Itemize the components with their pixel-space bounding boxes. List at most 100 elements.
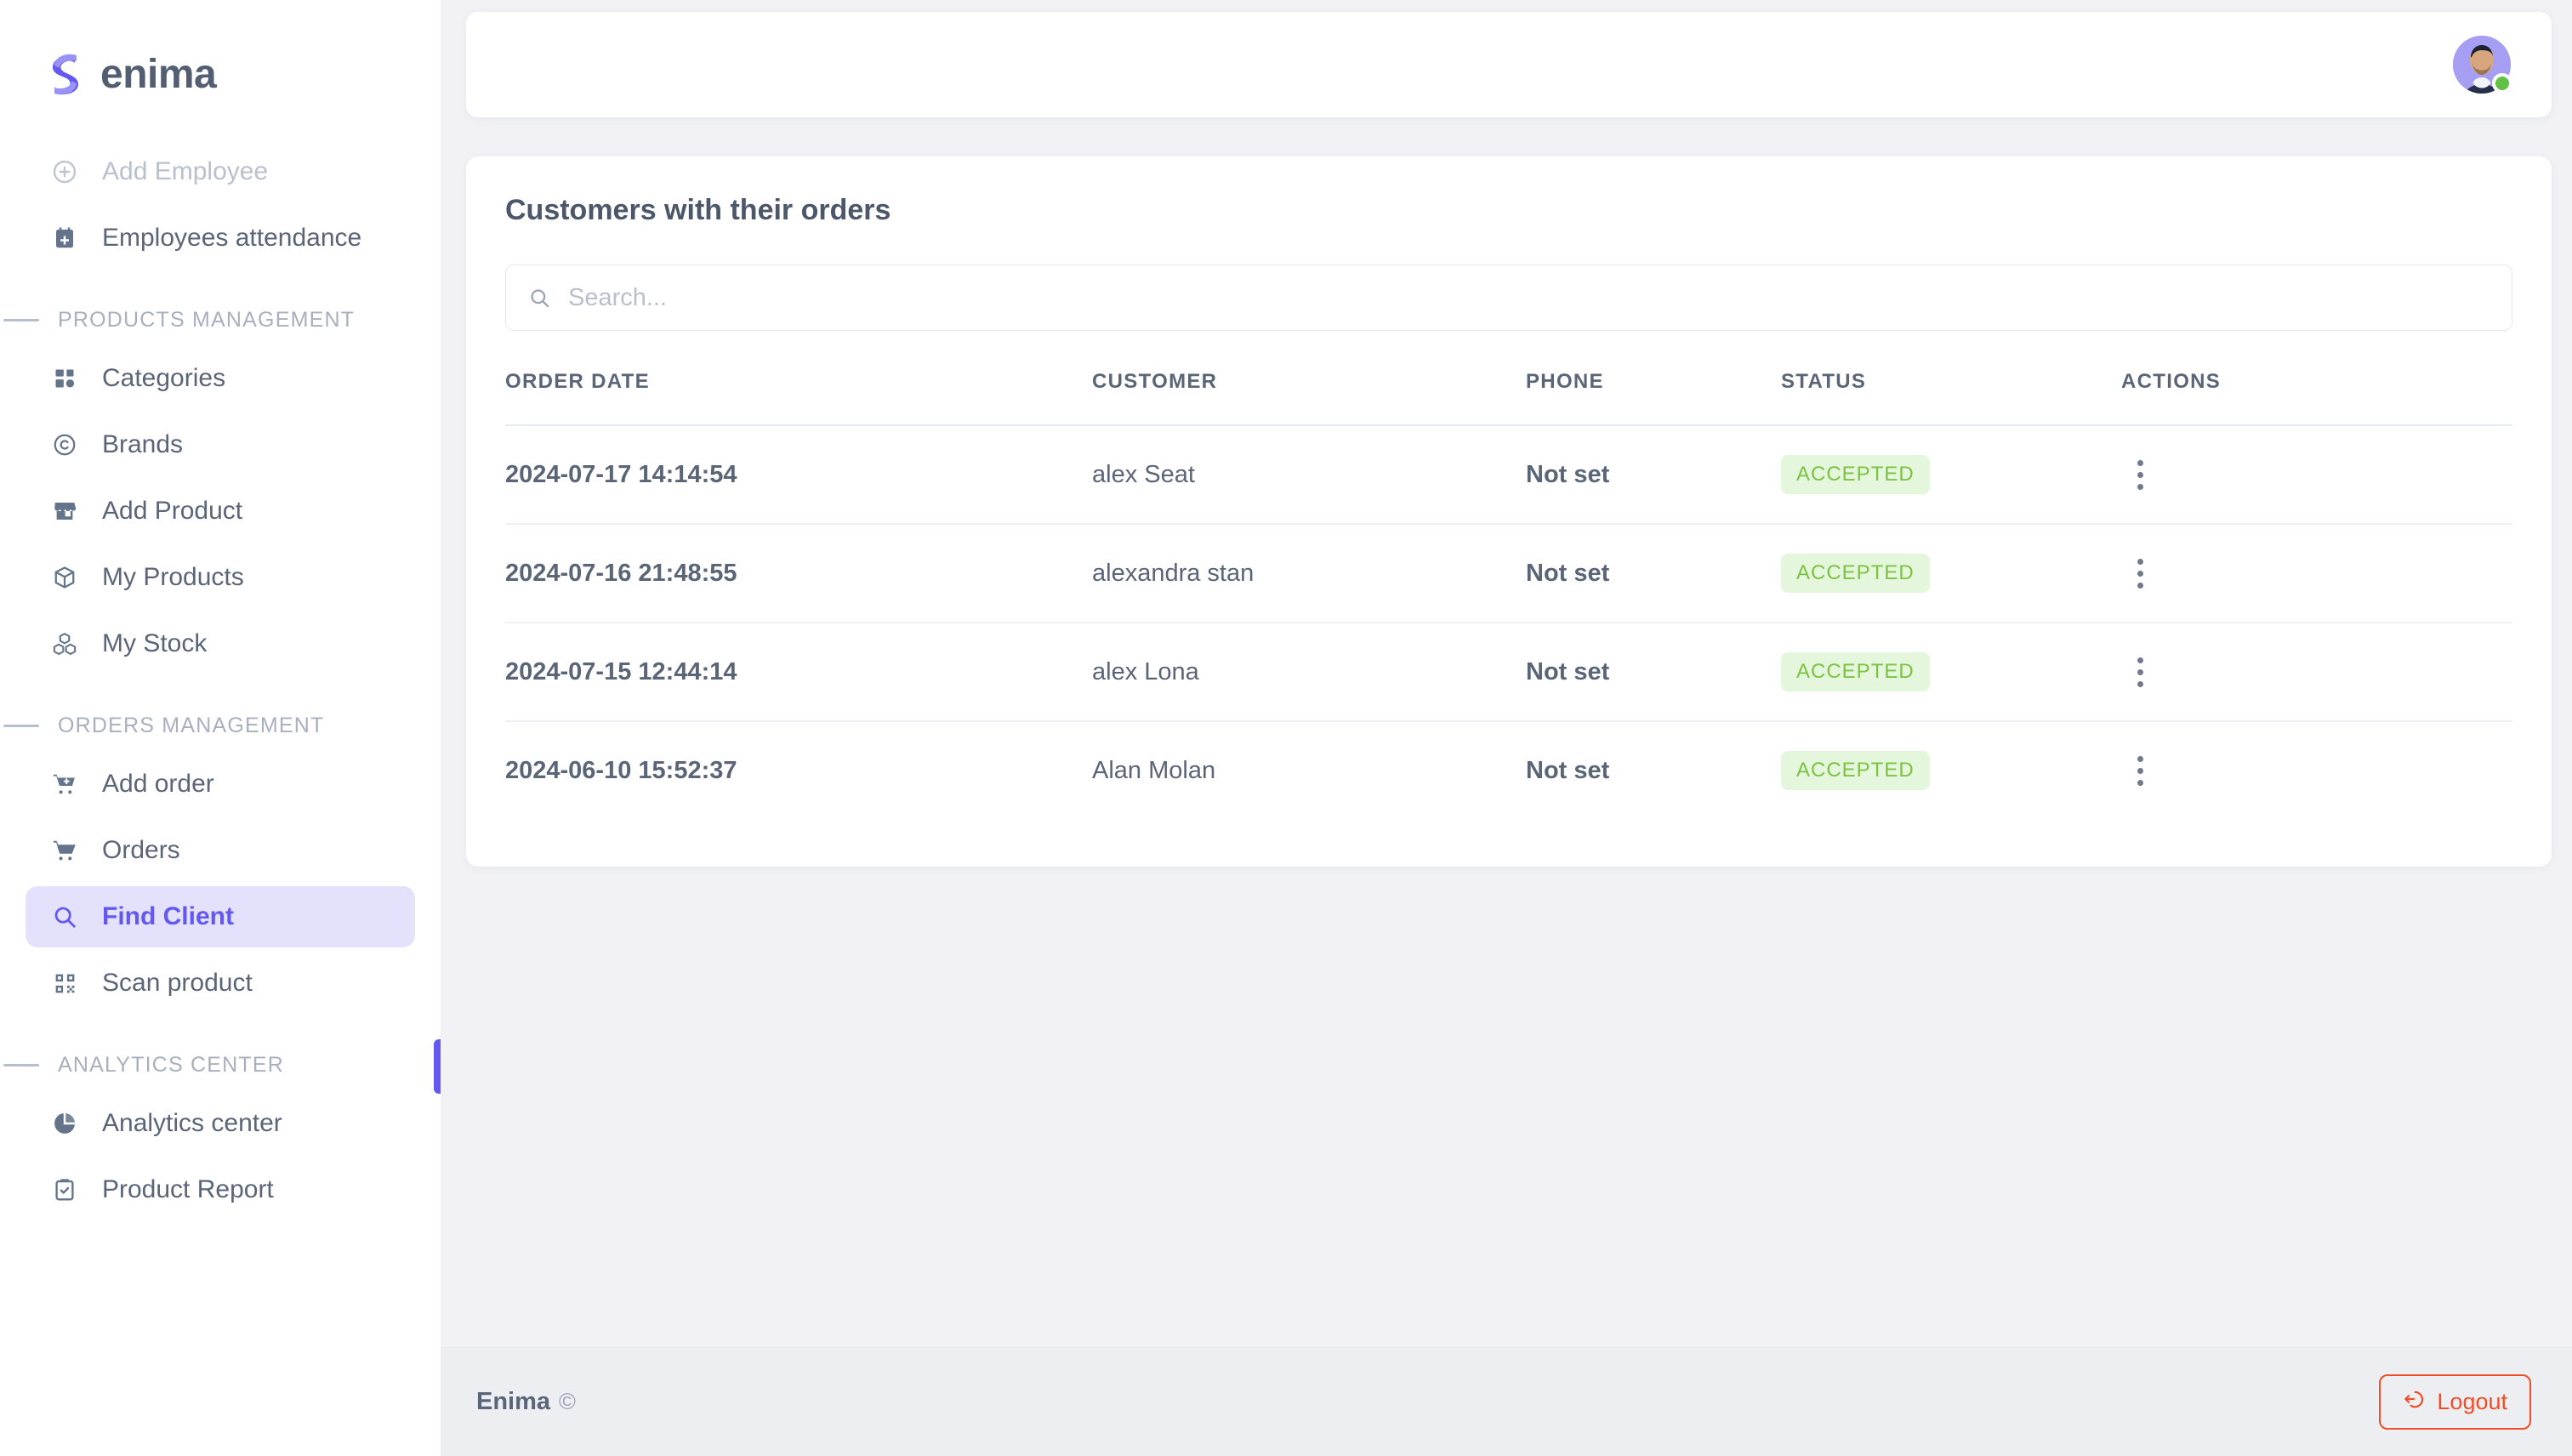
status-badge: ACCEPTED (1781, 652, 1930, 691)
cart-icon (49, 835, 80, 866)
active-item-accent-bar (434, 1039, 441, 1094)
stack-boxes-icon (49, 628, 80, 659)
sidebar-item-label: Categories (102, 364, 226, 392)
calendar-plus-icon (49, 223, 80, 253)
logout-label: Logout (2437, 1389, 2507, 1414)
orders-table: ORDER DATE CUSTOMER PHONE STATUS ACTIONS… (505, 370, 2512, 819)
customers-orders-card: Customers with their orders ORDER DATE C… (466, 156, 2552, 867)
sidebar-item-label: Orders (102, 836, 180, 864)
footer: Enima © Logout (441, 1347, 2572, 1456)
cell-phone: Not set (1526, 756, 1610, 784)
page-title: Customers with their orders (505, 194, 891, 226)
table-row[interactable]: 2024-06-10 15:52:37 Alan Molan Not set A… (505, 721, 2512, 819)
cell-order-date: 2024-07-15 12:44:14 (505, 657, 737, 685)
cell-order-date: 2024-07-16 21:48:55 (505, 559, 737, 587)
qr-code-icon (49, 968, 80, 998)
sidebar-item-scan-product[interactable]: Scan product (26, 953, 415, 1014)
sidebar-nav: Add Employee Employees attendance PRODUC… (0, 111, 441, 1220)
column-header-actions: ACTIONS (2121, 370, 2222, 393)
brand: enima (0, 37, 441, 111)
status-badge: ACCEPTED (1781, 751, 1930, 790)
section-title: ANALYTICS CENTER (58, 1053, 285, 1077)
table-header-row: ORDER DATE CUSTOMER PHONE STATUS ACTIONS (505, 370, 2512, 425)
sidebar-item-add-employee[interactable]: Add Employee (26, 141, 415, 202)
kebab-menu-icon[interactable] (2121, 657, 2159, 687)
sidebar-item-product-report[interactable]: Product Report (26, 1159, 415, 1220)
cell-customer: alex Seat (1092, 460, 1195, 488)
sidebar-item-my-stock[interactable]: My Stock (26, 613, 415, 674)
section-divider (3, 319, 39, 321)
cell-actions (2121, 721, 2512, 819)
sidebar-item-brands[interactable]: Brands (26, 414, 415, 475)
box-icon (49, 562, 80, 593)
footer-brand-name: Enima (476, 1388, 551, 1415)
status-badge: ACCEPTED (1781, 554, 1930, 593)
sidebar-section-products-management: PRODUCTS MANAGEMENT (0, 308, 441, 333)
kebab-menu-icon[interactable] (2121, 459, 2159, 490)
search-input[interactable] (568, 283, 2489, 312)
search-icon (49, 901, 80, 932)
cell-status: ACCEPTED (1781, 623, 2121, 721)
logout-icon (2403, 1388, 2425, 1416)
sidebar-item-add-product[interactable]: Add Product (26, 481, 415, 542)
cell-actions (2121, 425, 2512, 524)
sidebar-item-label: Employees attendance (102, 224, 362, 252)
column-header-status[interactable]: STATUS (1781, 370, 2121, 425)
online-status-indicator (2492, 73, 2512, 94)
column-header-customer[interactable]: CUSTOMER (1092, 370, 1526, 425)
sidebar-item-label: My Stock (102, 629, 208, 657)
cell-status: ACCEPTED (1781, 721, 2121, 819)
search-bar[interactable] (505, 264, 2512, 331)
clipboard-check-icon (49, 1174, 80, 1205)
table-row[interactable]: 2024-07-16 21:48:55 alexandra stan Not s… (505, 524, 2512, 623)
cell-status: ACCEPTED (1781, 524, 2121, 623)
sidebar-item-employees-attendance[interactable]: Employees attendance (26, 208, 415, 269)
sidebar-item-add-order[interactable]: Add order (26, 754, 415, 815)
table-header: ORDER DATE CUSTOMER PHONE STATUS ACTIONS (505, 370, 2512, 425)
cell-phone: Not set (1526, 559, 1610, 587)
sidebar-item-label: Add Employee (102, 157, 269, 185)
column-header-order-date[interactable]: ORDER DATE (505, 370, 1092, 425)
section-title: ORDERS MANAGEMENT (58, 714, 325, 737)
sidebar-item-label: Scan product (102, 969, 253, 997)
cart-plus-icon (49, 769, 80, 799)
status-badge: ACCEPTED (1781, 455, 1930, 494)
sidebar-item-label: Add order (102, 770, 214, 798)
sidebar-item-categories[interactable]: Categories (26, 348, 415, 409)
sidebar-item-label: Product Report (102, 1175, 274, 1203)
main-area: Customers with their orders ORDER DATE C… (441, 0, 2572, 1456)
sidebar-item-find-client[interactable]: Find Client (26, 886, 415, 947)
table-row[interactable]: 2024-07-17 14:14:54 alex Seat Not set AC… (505, 425, 2512, 524)
cell-order-date: 2024-06-10 15:52:37 (505, 756, 737, 784)
cell-actions (2121, 623, 2512, 721)
column-header-phone[interactable]: PHONE (1526, 370, 1781, 425)
table-body: 2024-07-17 14:14:54 alex Seat Not set AC… (505, 425, 2512, 819)
plus-circle-icon (49, 156, 80, 187)
footer-brand: Enima © (476, 1388, 576, 1416)
sidebar-item-my-products[interactable]: My Products (26, 547, 415, 608)
cell-status: ACCEPTED (1781, 425, 2121, 524)
avatar[interactable] (2453, 36, 2512, 94)
section-divider (3, 1064, 39, 1066)
app-root: enima Add Employee Employees attendance … (0, 0, 2572, 1456)
pie-chart-icon (49, 1108, 80, 1139)
table-row[interactable]: 2024-07-15 12:44:14 alex Lona Not set AC… (505, 623, 2512, 721)
cell-customer: Alan Molan (1092, 756, 1216, 784)
search-icon (528, 287, 551, 310)
brand-name: enima (100, 51, 217, 97)
logout-button[interactable]: Logout (2379, 1374, 2531, 1430)
cell-customer: alexandra stan (1092, 559, 1255, 587)
sidebar-item-label: Brands (102, 430, 184, 458)
sidebar-item-orders[interactable]: Orders (26, 820, 415, 881)
enima-s-logo-icon (46, 52, 85, 96)
sidebar-item-label: Find Client (102, 902, 234, 930)
section-divider (3, 725, 39, 727)
kebab-menu-icon[interactable] (2121, 755, 2159, 786)
sidebar-item-label: Analytics center (102, 1109, 282, 1137)
kebab-menu-icon[interactable] (2121, 558, 2159, 589)
sidebar-section-analytics-center: ANALYTICS CENTER (0, 1053, 441, 1078)
sidebar-item-label: My Products (102, 563, 244, 591)
sidebar-item-analytics-center[interactable]: Analytics center (26, 1093, 415, 1154)
cell-actions (2121, 524, 2512, 623)
sidebar-section-orders-management: ORDERS MANAGEMENT (0, 714, 441, 738)
